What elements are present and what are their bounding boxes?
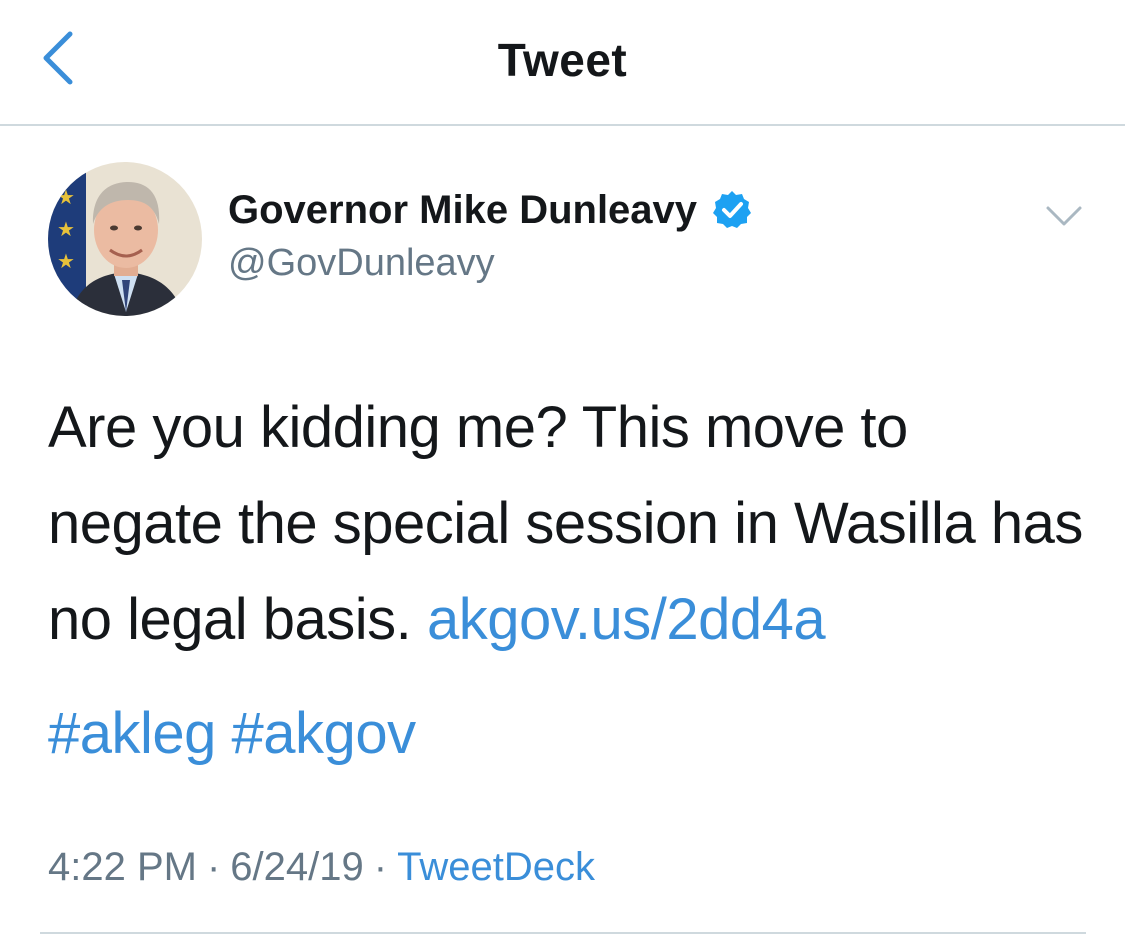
hashtags: #akleg #akgov bbox=[48, 686, 416, 782]
verified-badge-icon bbox=[711, 189, 753, 231]
separator: · bbox=[373, 845, 388, 889]
tweet-options-button[interactable] bbox=[1040, 196, 1088, 236]
hashtag-link[interactable]: #akleg bbox=[48, 701, 216, 766]
svg-text:★: ★ bbox=[57, 249, 75, 273]
tweet-time: 4:22 PM bbox=[48, 845, 197, 889]
avatar[interactable]: ★ ★ ★ bbox=[48, 162, 202, 316]
tweet-metadata: 4:22 PM · 6/24/19 · TweetDeck bbox=[48, 840, 595, 894]
tweet-date: 6/24/19 bbox=[230, 845, 364, 889]
navigation-bar: Tweet bbox=[0, 0, 1125, 126]
author-handle[interactable]: @GovDunleavy bbox=[228, 238, 753, 288]
svg-text:★: ★ bbox=[57, 217, 75, 241]
chevron-down-icon bbox=[1040, 196, 1088, 236]
separator: · bbox=[206, 845, 221, 889]
author-block: Governor Mike Dunleavy @GovDunleavy bbox=[228, 184, 753, 288]
tweet-link[interactable]: akgov.us/2dd4a bbox=[427, 587, 826, 652]
page-title: Tweet bbox=[497, 34, 628, 86]
tweet-source-link[interactable]: TweetDeck bbox=[397, 845, 595, 889]
svg-text:★: ★ bbox=[57, 185, 75, 209]
hashtag-link[interactable]: #akgov bbox=[232, 701, 417, 766]
tweet-text: Are you kidding me? This move to negate … bbox=[48, 380, 1088, 668]
divider bbox=[40, 932, 1086, 934]
author-name[interactable]: Governor Mike Dunleavy bbox=[228, 184, 697, 236]
